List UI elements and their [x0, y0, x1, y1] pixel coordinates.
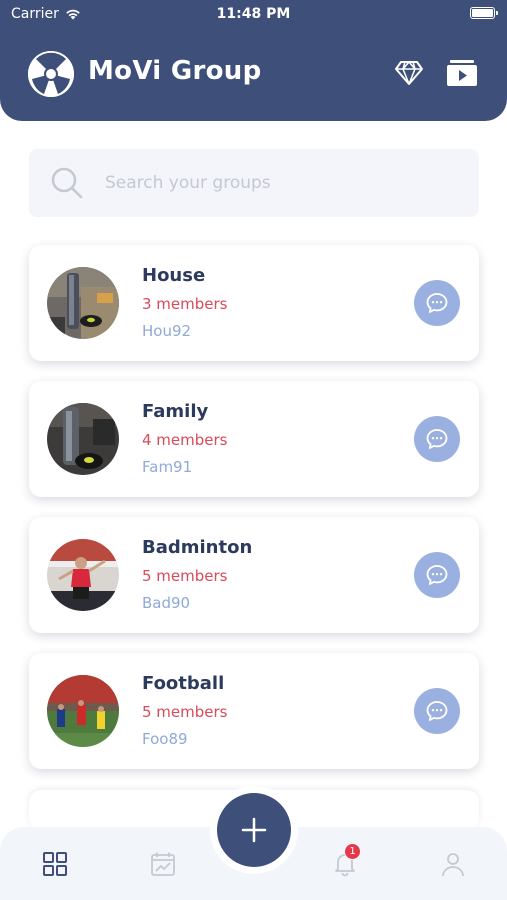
status-bar: Carrier 11:48 PM — [0, 0, 507, 28]
chat-button[interactable] — [414, 416, 460, 462]
group-avatar — [47, 675, 119, 747]
chat-bubble-icon — [426, 701, 448, 721]
group-name: Family — [142, 401, 209, 422]
search-input[interactable] — [105, 149, 465, 217]
group-member-count: 5 members — [142, 703, 228, 721]
video-button[interactable] — [446, 58, 478, 88]
nav-notifications-tab[interactable]: 1 — [330, 843, 361, 879]
app-logo — [28, 51, 74, 97]
plus-icon — [241, 817, 267, 843]
search-icon — [51, 167, 83, 199]
battery-icon — [470, 7, 498, 19]
person-icon — [442, 853, 464, 877]
app-header: Carrier 11:48 PM MoVi Group — [0, 0, 507, 121]
nav-activity-tab[interactable] — [148, 849, 178, 879]
add-group-button[interactable] — [217, 793, 291, 867]
chat-button[interactable] — [414, 688, 460, 734]
group-member-count: 4 members — [142, 431, 228, 449]
group-code: Bad90 — [142, 594, 191, 612]
group-avatar — [47, 539, 119, 611]
group-code: Foo89 — [142, 730, 188, 748]
chat-bubble-icon — [426, 565, 448, 585]
group-card-house[interactable]: House 3 members Hou92 — [29, 245, 479, 361]
app-title: MoVi Group — [88, 56, 262, 86]
nav-profile-tab[interactable] — [438, 849, 468, 879]
nav-groups-tab[interactable] — [40, 849, 70, 879]
status-time: 11:48 PM — [216, 6, 291, 22]
chat-bubble-icon — [426, 429, 448, 449]
group-member-count: 3 members — [142, 295, 228, 313]
premium-button[interactable] — [393, 58, 425, 88]
group-name: Badminton — [142, 537, 253, 558]
video-play-icon — [447, 60, 477, 86]
group-card-football[interactable]: Football 5 members Foo89 — [29, 653, 479, 769]
notification-badge: 1 — [344, 843, 361, 860]
diamond-icon — [395, 61, 423, 85]
group-avatar — [47, 267, 119, 339]
search-bar[interactable] — [29, 149, 479, 217]
group-card-badminton[interactable]: Badminton 5 members Bad90 — [29, 517, 479, 633]
group-code: Hou92 — [142, 322, 192, 340]
group-avatar — [47, 403, 119, 475]
calendar-chart-icon — [151, 852, 175, 876]
chat-bubble-icon — [426, 293, 448, 313]
grid-icon — [43, 852, 67, 876]
group-name: Football — [142, 673, 225, 694]
group-member-count: 5 members — [142, 567, 228, 585]
group-name: House — [142, 265, 206, 286]
group-card-family[interactable]: Family 4 members Fam91 — [29, 381, 479, 497]
chat-button[interactable] — [414, 280, 460, 326]
group-code: Fam91 — [142, 458, 193, 476]
chat-button[interactable] — [414, 552, 460, 598]
